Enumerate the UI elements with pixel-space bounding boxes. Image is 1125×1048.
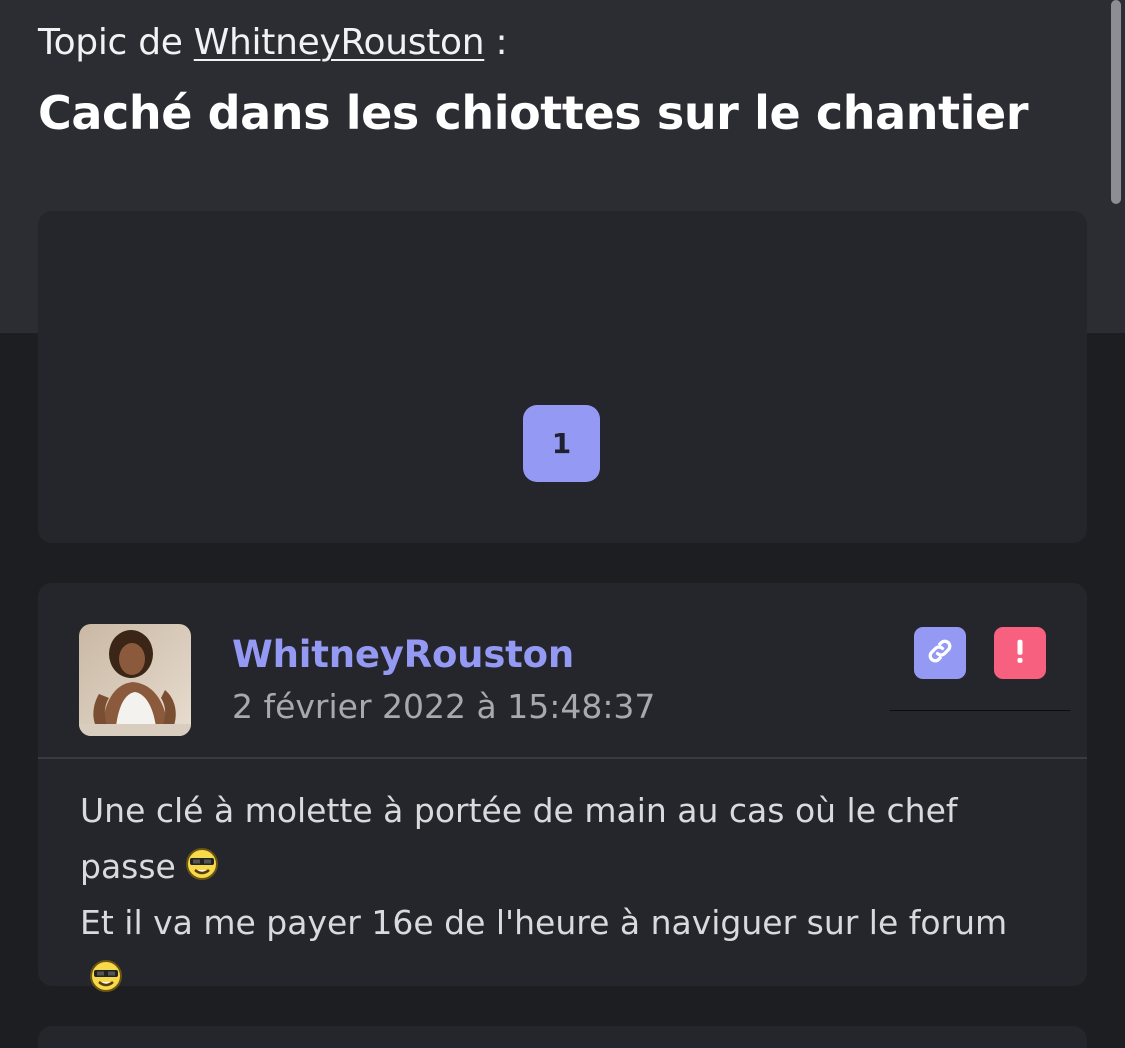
exclamation-icon bbox=[1005, 636, 1035, 670]
next-post-card bbox=[38, 1026, 1087, 1048]
page: Topic de WhitneyRouston : Caché dans les… bbox=[0, 0, 1125, 1048]
post-line: Et il va me payer 16e de l'heure à navig… bbox=[80, 895, 1040, 1007]
post-date[interactable]: 2 février 2022 à 15:48:37 bbox=[232, 687, 655, 726]
post-body: Une clé à molette à portée de main au ca… bbox=[80, 783, 1040, 1007]
cool-smiley-icon bbox=[88, 955, 124, 992]
avatar[interactable] bbox=[79, 624, 191, 736]
topic-byline: Topic de WhitneyRouston : bbox=[38, 22, 508, 63]
actions-divider bbox=[890, 710, 1070, 711]
topic-suffix: : bbox=[495, 22, 508, 63]
post-card: WhitneyRouston 2 février 2022 à 15:48:37… bbox=[38, 583, 1087, 992]
post-author[interactable]: WhitneyRouston bbox=[232, 633, 574, 676]
cool-smiley-icon bbox=[184, 843, 220, 880]
post-line: Une clé à molette à portée de main au ca… bbox=[80, 783, 1040, 895]
page-button-1[interactable]: 1 bbox=[523, 405, 600, 482]
post-divider bbox=[38, 757, 1087, 759]
topic-title: Caché dans les chiottes sur le chantier bbox=[38, 86, 1029, 140]
link-icon bbox=[925, 636, 955, 670]
report-button[interactable] bbox=[994, 627, 1046, 679]
pagination-card: 1 bbox=[38, 211, 1087, 543]
permalink-button[interactable] bbox=[914, 627, 966, 679]
topic-prefix: Topic de bbox=[38, 22, 183, 63]
topic-author-link[interactable]: WhitneyRouston bbox=[194, 22, 485, 63]
post-line-text: Et il va me payer 16e de l'heure à navig… bbox=[80, 903, 1008, 942]
scrollbar[interactable] bbox=[1111, 0, 1121, 204]
